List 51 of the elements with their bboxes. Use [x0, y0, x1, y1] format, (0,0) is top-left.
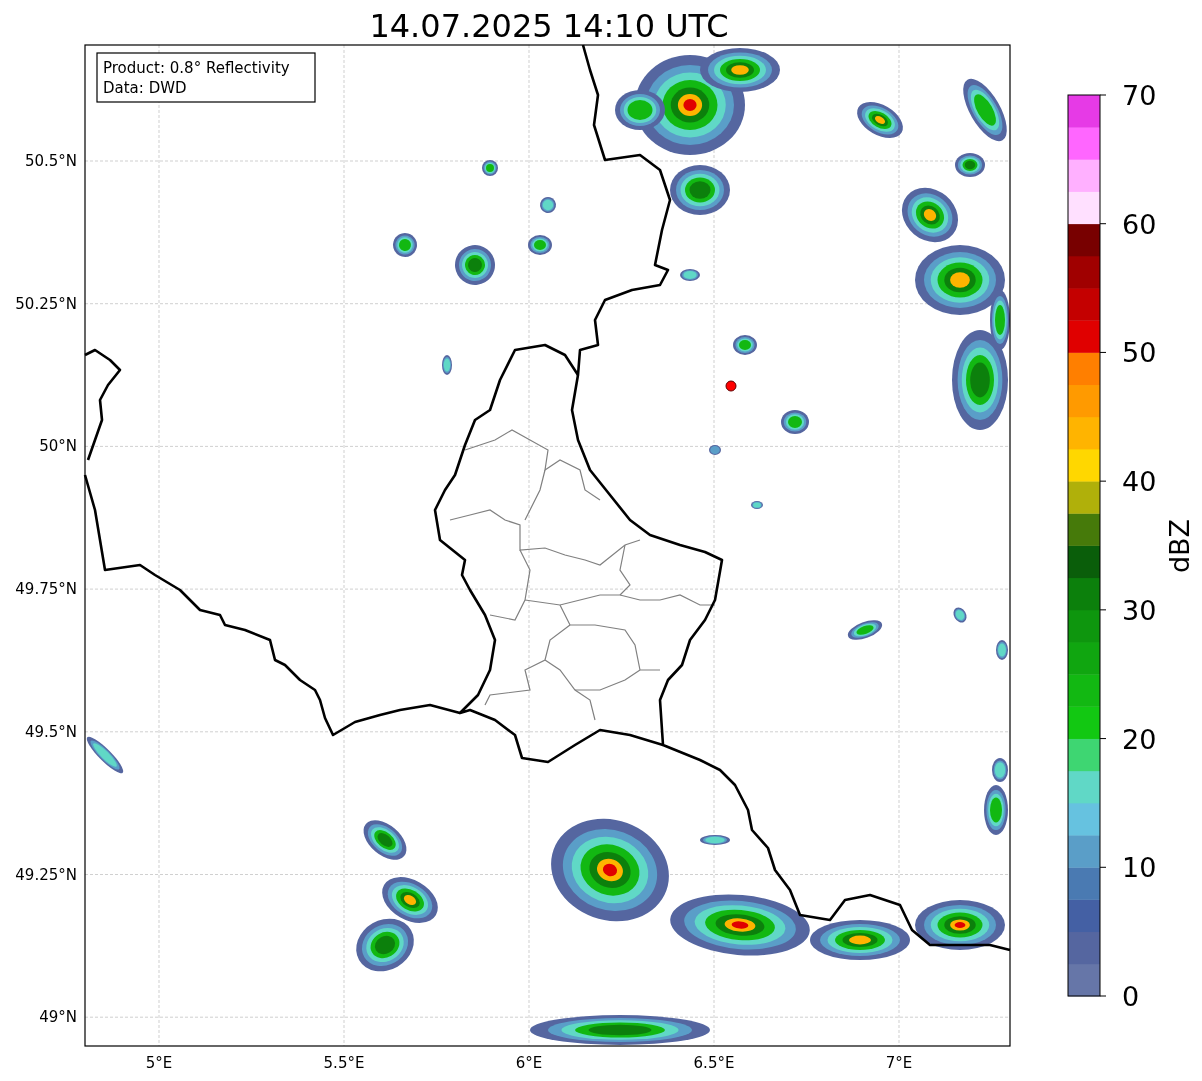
radar-echo — [953, 607, 967, 623]
radar-echo — [996, 640, 1008, 660]
info-text: Data: DWD — [103, 79, 187, 97]
radar-echo — [751, 501, 763, 509]
latitude-label: 49°N — [39, 1008, 77, 1027]
longitude-label: 6.5°E — [693, 1054, 735, 1072]
radar-echo — [356, 918, 414, 972]
info-text: Product: 0.8° Reflectivity — [103, 59, 290, 77]
latitude-label: 49.25°N — [15, 865, 77, 884]
radar-echo — [540, 197, 556, 213]
colorbar-tick-label: 0 — [1122, 981, 1140, 1012]
colorbar-tick-label: 70 — [1122, 80, 1157, 111]
radar-echo — [528, 235, 552, 255]
radar-echo — [382, 877, 438, 923]
radar-echo — [709, 445, 721, 455]
colorbar-tick-label: 60 — [1122, 208, 1157, 240]
longitude-label: 5.5°E — [323, 1054, 365, 1072]
latitude-label: 50°N — [39, 437, 77, 456]
colorbar-tick-label: 30 — [1122, 594, 1157, 626]
longitude-label: 5°E — [145, 1054, 173, 1072]
radar-echo — [992, 758, 1008, 782]
latitude-label: 49.75°N — [15, 580, 77, 599]
radar-echo — [455, 245, 495, 285]
radar-echo — [482, 160, 498, 176]
colorbar-tick-label: 50 — [1122, 337, 1157, 369]
colorbar-label: dBZ — [1164, 518, 1195, 574]
radar-echo — [363, 820, 407, 860]
radar-echo — [857, 102, 903, 138]
radar-echo — [733, 335, 757, 355]
radar-echo — [781, 410, 809, 434]
radar-echo — [955, 153, 985, 177]
radar-echo — [902, 187, 958, 243]
radar-site-marker — [725, 380, 737, 392]
radar-echo — [680, 269, 700, 281]
radar-echo — [963, 78, 1007, 142]
latitude-label: 49.5°N — [24, 722, 77, 741]
radar-echo — [442, 355, 452, 375]
radar-echo — [700, 835, 730, 845]
latitude-label: 50.5°N — [24, 152, 77, 170]
latitude-label: 50.25°N — [15, 294, 77, 313]
colorbar-tick-label: 10 — [1122, 852, 1157, 884]
colorbar-tick-label: 40 — [1122, 466, 1157, 498]
radar-echo — [86, 736, 124, 774]
radar-echo — [670, 165, 730, 215]
radar-echo — [984, 785, 1008, 835]
longitude-label: 7°E — [885, 1054, 913, 1072]
radar-echo — [847, 620, 883, 640]
radar-echo — [393, 233, 417, 257]
longitude-label: 6°E — [515, 1054, 543, 1072]
chart-title: 14.07.2025 14:10 UTC — [369, 7, 729, 45]
colorbar-tick-label: 20 — [1122, 723, 1157, 755]
